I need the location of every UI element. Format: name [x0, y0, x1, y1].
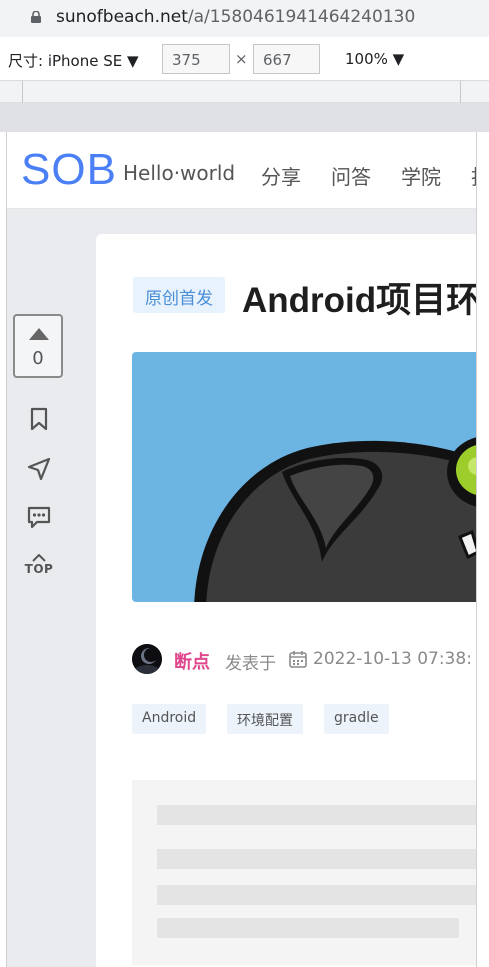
height-input[interactable]: 667	[253, 44, 320, 74]
skeleton-line	[157, 885, 476, 905]
device-viewport: SOB Hello·world 分享 问答 学院 找 0 TOP 原创首	[6, 132, 477, 967]
upvote-count: 0	[32, 348, 44, 369]
skeleton-line	[157, 849, 476, 869]
calendar-icon	[289, 651, 307, 668]
device-select[interactable]: 尺寸: iPhone SE ▼	[8, 50, 139, 71]
media-query-bar	[0, 81, 489, 103]
url-text[interactable]: sunofbeach.net/a/1580461941464240130	[56, 7, 415, 27]
nav-item-share[interactable]: 分享	[261, 161, 301, 190]
publish-date: 2022-10-13 07:38:	[313, 649, 472, 669]
nav-item-more[interactable]: 找	[471, 161, 476, 190]
avatar-image	[132, 644, 162, 674]
back-to-top-label: TOP	[24, 562, 54, 576]
skeleton-line	[157, 918, 459, 938]
skeleton-line	[157, 805, 476, 825]
site-header: SOB Hello·world 分享 问答 学院 找	[7, 132, 476, 209]
bookmark-icon[interactable]	[26, 406, 52, 432]
article-meta: 断点 发表于 2022-10-13 07:38:	[132, 644, 476, 676]
nav-item-hello-world[interactable]: Hello·world	[123, 161, 235, 185]
article-action-rail: 0 TOP	[13, 314, 63, 576]
author-avatar[interactable]	[132, 644, 162, 674]
device-toolbar: 尺寸: iPhone SE ▼ 375 × 667 100% ▼	[0, 37, 489, 81]
upvote-arrow-icon	[29, 328, 49, 340]
published-label: 发表于	[225, 654, 276, 674]
ruler-tick	[460, 81, 461, 103]
viewport-gutter	[0, 103, 489, 132]
cover-image	[132, 352, 476, 602]
tag-env-config[interactable]: 环境配置	[227, 704, 303, 734]
content-loading-placeholder	[132, 780, 476, 965]
zoom-select[interactable]: 100% ▼	[345, 50, 404, 68]
back-to-top-button[interactable]: TOP	[24, 554, 54, 576]
android-robot-illustration	[132, 352, 476, 602]
url-path: /a/1580461941464240130	[187, 7, 416, 27]
nav-item-academy[interactable]: 学院	[401, 161, 441, 190]
url-host: sunofbeach.net	[56, 7, 188, 27]
address-bar[interactable]: sunofbeach.net/a/1580461941464240130	[0, 0, 489, 37]
ruler-tick	[22, 81, 23, 103]
tag-android[interactable]: Android	[132, 704, 207, 734]
site-logo[interactable]: SOB	[21, 145, 117, 195]
times-sign: ×	[235, 50, 248, 68]
lock-icon	[31, 11, 41, 23]
article-title: Android项目环境配置	[242, 281, 476, 320]
share-icon[interactable]	[26, 456, 52, 482]
comment-icon[interactable]	[26, 504, 52, 530]
article-card: 原创首发 Android项目环境配置	[96, 234, 476, 967]
chevron-up-icon	[32, 554, 46, 562]
tag-gradle[interactable]: gradle	[324, 704, 389, 734]
original-badge: 原创首发	[133, 277, 225, 313]
upvote-button[interactable]: 0	[13, 314, 63, 378]
nav-item-qa[interactable]: 问答	[331, 161, 371, 190]
author-name[interactable]: 断点	[174, 648, 210, 674]
width-input[interactable]: 375	[162, 44, 230, 74]
